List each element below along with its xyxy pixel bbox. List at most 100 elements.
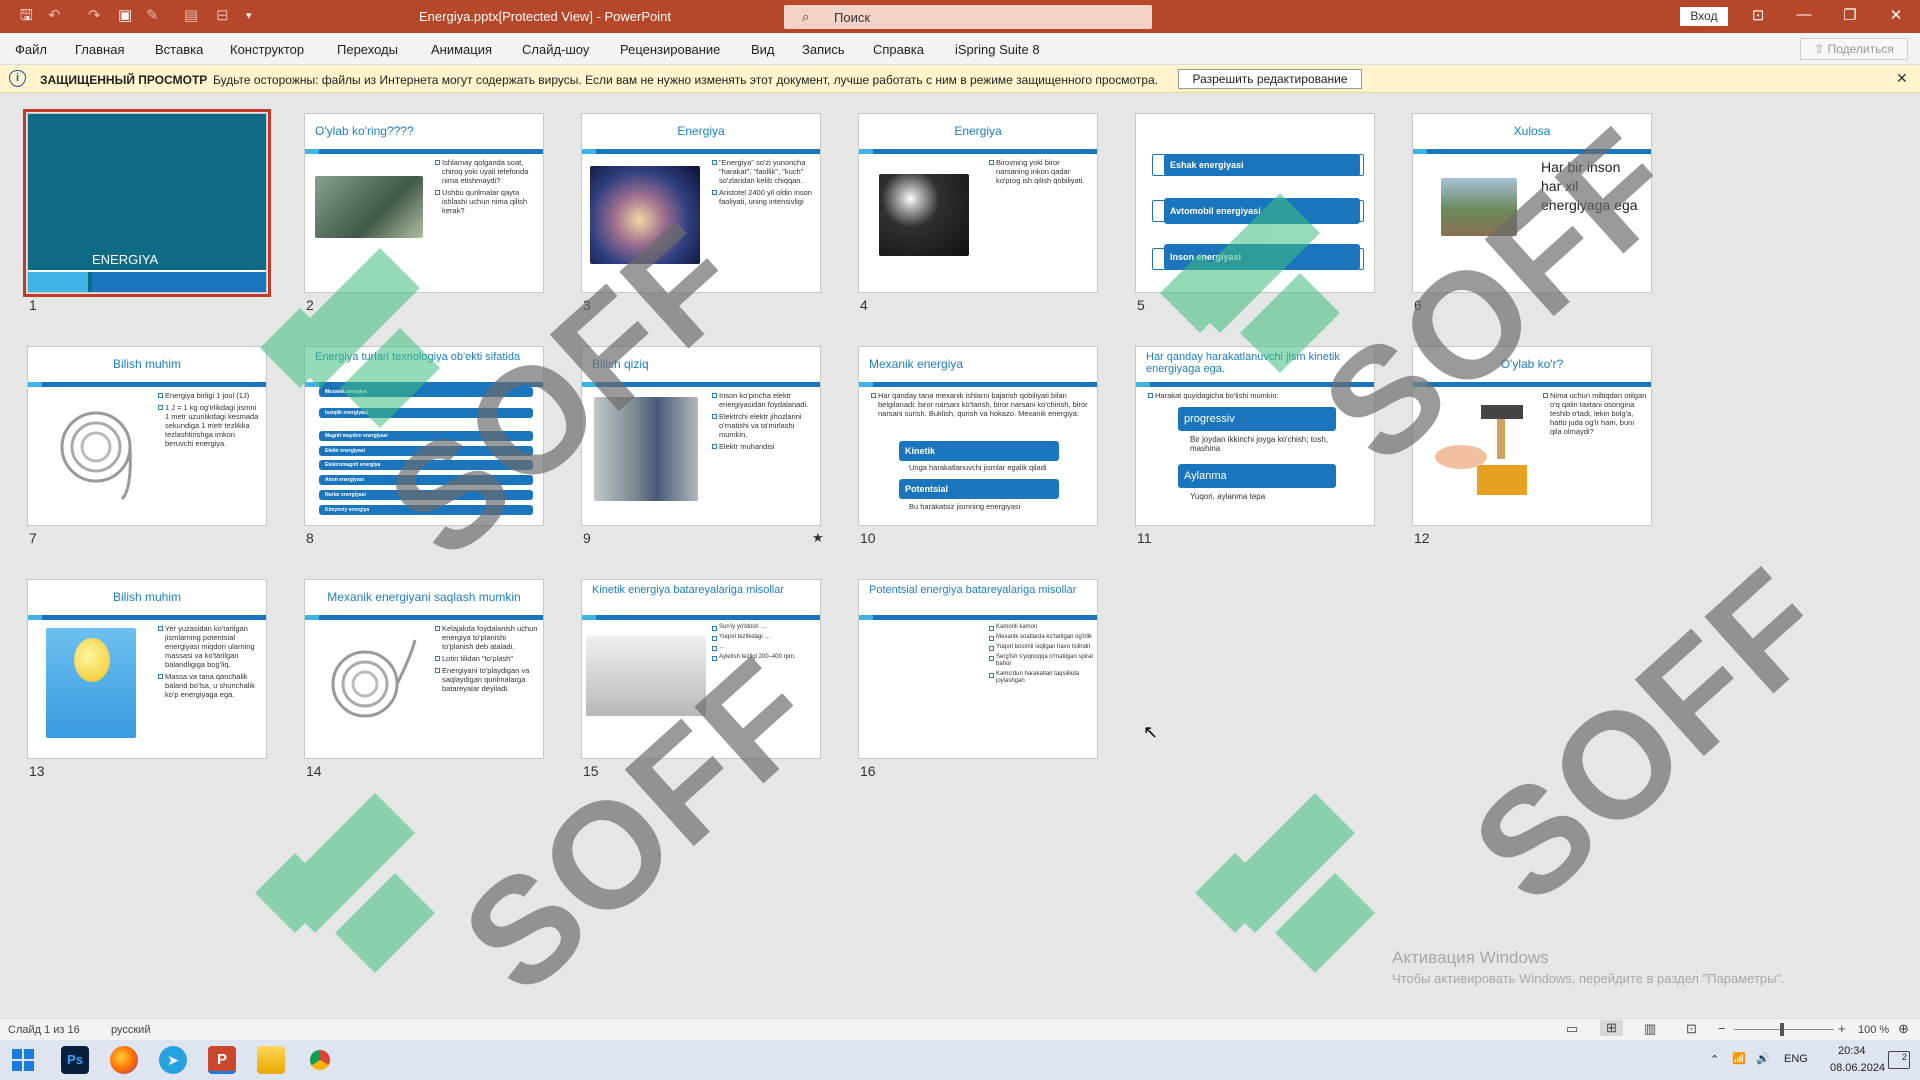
start-icon[interactable]: [10, 1047, 38, 1075]
layout-icon[interactable]: ▤: [184, 7, 198, 25]
slide-thumbnail[interactable]: Kinetik energiya batareyalariga misollar…: [581, 579, 821, 759]
minimize-button[interactable]: —: [1784, 6, 1824, 23]
wifi-icon[interactable]: 📶: [1732, 1052, 1746, 1065]
tab-design[interactable]: Конструктор: [230, 42, 304, 57]
language-indicator[interactable]: русский: [111, 1024, 150, 1036]
transition-star-icon[interactable]: ★: [812, 530, 824, 546]
chrome-icon[interactable]: [306, 1046, 334, 1074]
firefox-icon[interactable]: [110, 1046, 138, 1074]
slide-thumbnail[interactable]: Mexanik energiyani saqlash mumkin Kelaja…: [304, 579, 544, 759]
energy-type-row: Elektromagnit energiya: [319, 460, 533, 470]
redo-icon[interactable]: ↷: [88, 7, 101, 25]
potential-box: Potentsial: [899, 479, 1059, 499]
volume-icon[interactable]: 🔊: [1756, 1052, 1770, 1065]
enable-editing-button[interactable]: Разрешить редактирование: [1178, 69, 1362, 89]
clock-date[interactable]: 08.06.2024: [1830, 1062, 1885, 1074]
slide-sorter-view-icon[interactable]: ⊞: [1600, 1020, 1623, 1036]
close-button[interactable]: ✕: [1876, 6, 1916, 24]
slide-number: 4: [860, 297, 868, 313]
slide-thumbnail[interactable]: O'ylab ko'ring???? Ishlamay qolganda soa…: [304, 113, 544, 293]
slide-thumbnail[interactable]: Mexanik energiya Har qanday tana mexanik…: [858, 346, 1098, 526]
electrician-image: [594, 397, 698, 501]
tab-slideshow[interactable]: Слайд-шоу: [522, 42, 589, 57]
slide-title: Kinetik energiya batareyalariga misollar: [592, 584, 784, 596]
title-bar-line: [859, 149, 1097, 154]
slide-thumbnail[interactable]: Eshak energiyasi Avtomobil energiyasi In…: [1135, 113, 1375, 293]
reading-view-icon[interactable]: ▥: [1644, 1021, 1656, 1037]
bullet: Har qanday tana mexanik ishlarni bajaris…: [871, 391, 1091, 418]
zoom-slider-track[interactable]: [1734, 1029, 1834, 1030]
tab-home[interactable]: Главная: [75, 42, 124, 57]
file-explorer-icon[interactable]: [257, 1046, 285, 1074]
slide-thumbnail[interactable]: Bilish muhim Yer yuzasidan ko'tarilgan j…: [27, 579, 267, 759]
tab-transitions[interactable]: Переходы: [337, 42, 398, 57]
slide-body: Ishlamay qolganda soat, chiroq yoki uyal…: [435, 158, 539, 218]
zoom-level[interactable]: 100 %: [1858, 1024, 1889, 1036]
input-language[interactable]: ENG: [1784, 1053, 1808, 1065]
tab-insert[interactable]: Вставка: [155, 42, 203, 57]
slideshow-view-icon[interactable]: ⊡: [1686, 1021, 1697, 1037]
spring-image: [60, 411, 132, 501]
clock-time[interactable]: 20:34: [1838, 1045, 1866, 1057]
tab-file[interactable]: Файл: [15, 42, 47, 57]
slide-thumbnail[interactable]: Bilish muhim Energiya birligi 1 joul (1J…: [27, 346, 267, 526]
draw-icon[interactable]: ✎: [146, 7, 159, 25]
signin-button[interactable]: Вход: [1680, 7, 1728, 26]
zoom-slider-thumb[interactable]: [1780, 1023, 1784, 1036]
notifications-icon[interactable]: 2: [1888, 1051, 1910, 1069]
energy-type-row: Nurlar energiyasi: [319, 490, 533, 500]
photoshop-icon[interactable]: Ps: [61, 1046, 89, 1074]
close-icon[interactable]: ✕: [1896, 70, 1908, 87]
title-bar: 🖫 ↶ ↷ ▣ ✎ ▤ ⊟ ▾ Energiya.pptx[Protected …: [0, 0, 1920, 33]
powerpoint-icon[interactable]: P: [208, 1046, 236, 1074]
restore-button[interactable]: ❐: [1830, 6, 1870, 24]
slide-thumbnail[interactable]: ENERGIYA: [23, 109, 271, 297]
slide-body: Yuqori, aylanma tepa: [1190, 492, 1340, 501]
slide-body: Birovning yoki biror narsaning inkon qad…: [989, 158, 1093, 188]
tab-record[interactable]: Запись: [802, 42, 845, 57]
slide-thumbnail[interactable]: Energiya turlari texnologiya ob'ekti sif…: [304, 346, 544, 526]
undo-icon[interactable]: ↶: [48, 7, 61, 25]
status-bar: Слайд 1 из 16 русский ▭ ⊞ ▥ ⊡ − + 100 % …: [0, 1018, 1920, 1040]
slide-thumbnail[interactable]: Energiya "Energiya" so'zi yunoncha "hara…: [581, 113, 821, 293]
tab-help[interactable]: Справка: [873, 42, 924, 57]
energy-type-row: Atom energiyasi: [319, 475, 533, 485]
telegram-icon[interactable]: ➤: [159, 1046, 187, 1074]
title-bar-line: [582, 615, 820, 620]
energy-type-row: Mexanik energiya: [319, 387, 533, 397]
energy-type-row: Kimyoviy energiya: [319, 505, 533, 515]
share-button[interactable]: ⇧ Поделиться: [1800, 38, 1908, 60]
bullet: Elektr muhandisi: [712, 442, 816, 451]
tray-chevron-icon[interactable]: ⌃: [1710, 1053, 1719, 1066]
fit-slide-icon[interactable]: ⊕: [1898, 1021, 1909, 1037]
slide-thumbnail[interactable]: Bilish qiziq Inson ko'pincha elektr ener…: [581, 346, 821, 526]
tab-view[interactable]: Вид: [751, 42, 775, 57]
save-icon[interactable]: 🖫: [20, 7, 33, 25]
slide-thumbnail[interactable]: Xulosa Har bir inson har xil energiyaga …: [1412, 113, 1652, 293]
bullet: Kamonli kamon: [989, 624, 1093, 631]
bullet: Ushbu qurilmalar qayta ishlashi uchun ni…: [435, 188, 539, 215]
align-icon[interactable]: ⊟: [216, 7, 229, 25]
slide-number: 6: [1414, 297, 1422, 313]
ribbon-tabs: Файл Главная Вставка Конструктор Переход…: [0, 33, 1920, 65]
normal-view-icon[interactable]: ▭: [1566, 1021, 1578, 1037]
search-box[interactable]: ⌕ Поиск: [784, 5, 1152, 29]
slide-thumbnail[interactable]: Potentsial energiya batareyalariga misol…: [858, 579, 1098, 759]
tab-ispring[interactable]: iSpring Suite 8: [955, 42, 1040, 57]
slide-number: 8: [306, 530, 314, 546]
zoom-out-icon[interactable]: −: [1718, 1021, 1726, 1036]
progressive-box: progressiv: [1178, 407, 1336, 431]
slide-thumbnail[interactable]: Energiya Birovning yoki biror narsaning …: [858, 113, 1098, 293]
customize-qat-icon[interactable]: ▾: [246, 7, 252, 25]
tab-animations[interactable]: Анимация: [431, 42, 492, 57]
tab-review[interactable]: Рецензирование: [620, 42, 720, 57]
photo-image: [315, 176, 423, 238]
slide-body: Inson ko'pincha elektr energiyasidan foy…: [712, 391, 816, 454]
zoom-in-icon[interactable]: +: [1838, 1021, 1846, 1036]
slide-thumbnail[interactable]: Har qanday harakatlanuvchi jism kinetik …: [1135, 346, 1375, 526]
present-from-start-icon[interactable]: ▣: [118, 7, 132, 25]
slide-thumbnail[interactable]: O'ylab ko'r? Nima uchun miltiqdan otilga…: [1412, 346, 1652, 526]
slide-body: Har qanday tana mexanik ishlarni bajaris…: [871, 391, 1091, 421]
bullet: "Energiya" so'zi yunoncha "harakat", "fa…: [712, 158, 816, 185]
ribbon-display-icon[interactable]: ⊡: [1738, 6, 1778, 24]
